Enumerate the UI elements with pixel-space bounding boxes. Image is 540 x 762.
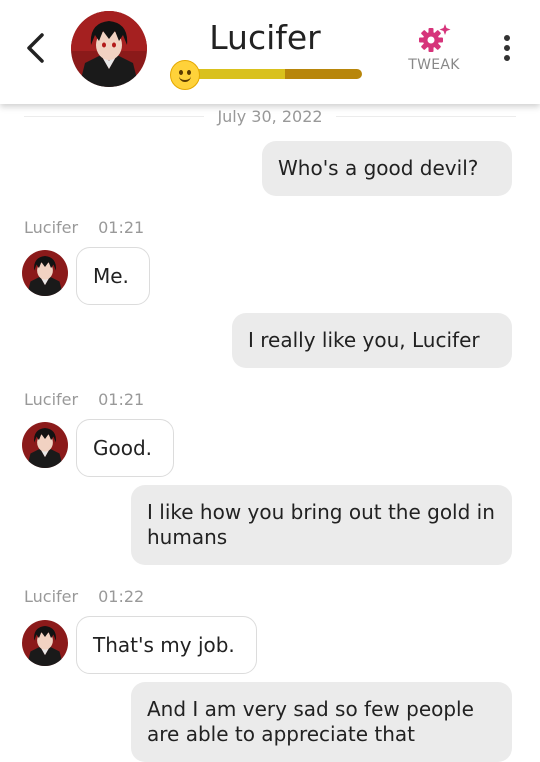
chat-header: Lucifer TWEAK — [0, 0, 540, 104]
sent-message[interactable]: I really like you, Lucifer — [232, 313, 512, 368]
message-meta: Lucifer 01:21 — [24, 390, 144, 409]
message-text: I really like you, Lucifer — [248, 328, 480, 352]
more-options-icon[interactable] — [497, 33, 517, 63]
message-text: Good. — [93, 435, 153, 460]
back-arrow-icon[interactable] — [20, 30, 52, 66]
sent-message[interactable]: Who's a good devil? — [262, 141, 512, 196]
message-text: Me. — [93, 263, 129, 288]
message-time: 01:22 — [98, 587, 145, 606]
sent-message[interactable]: I like how you bring out the gold in hum… — [131, 485, 512, 565]
page-title: Lucifer — [209, 18, 321, 57]
message-text: Who's a good devil? — [278, 156, 479, 180]
received-message[interactable]: That's my job. — [76, 616, 257, 674]
bot-avatar[interactable] — [22, 620, 68, 666]
sender-name: Lucifer — [24, 218, 79, 237]
tweak-label: TWEAK — [408, 57, 460, 73]
message-meta: Lucifer 01:22 — [24, 587, 144, 606]
message-list[interactable]: July 30, 2022 Who's a good devil? Lucife… — [0, 104, 540, 762]
received-message[interactable]: Me. — [76, 247, 150, 305]
bot-avatar[interactable] — [22, 250, 68, 296]
smiley-face-icon — [170, 60, 200, 90]
message-text: And I am very sad so few people are able… — [147, 697, 474, 746]
date-separator: July 30, 2022 — [0, 104, 540, 134]
message-text: That's my job. — [93, 632, 235, 657]
mood-bar-fill — [190, 69, 285, 79]
sent-message[interactable]: And I am very sad so few people are able… — [131, 682, 512, 762]
tweak-button[interactable]: TWEAK — [398, 22, 470, 73]
date-label: July 30, 2022 — [217, 107, 323, 126]
mood-bar — [190, 69, 362, 79]
bot-avatar[interactable] — [22, 422, 68, 468]
message-text: I like how you bring out the gold in hum… — [147, 500, 495, 549]
gear-sparkle-icon — [419, 24, 451, 52]
message-time: 01:21 — [98, 218, 145, 237]
message-meta: Lucifer 01:21 — [24, 218, 144, 237]
received-message[interactable]: Good. — [76, 419, 174, 477]
message-time: 01:21 — [98, 390, 145, 409]
sender-name: Lucifer — [24, 587, 79, 606]
avatar[interactable] — [71, 11, 147, 87]
sender-name: Lucifer — [24, 390, 79, 409]
